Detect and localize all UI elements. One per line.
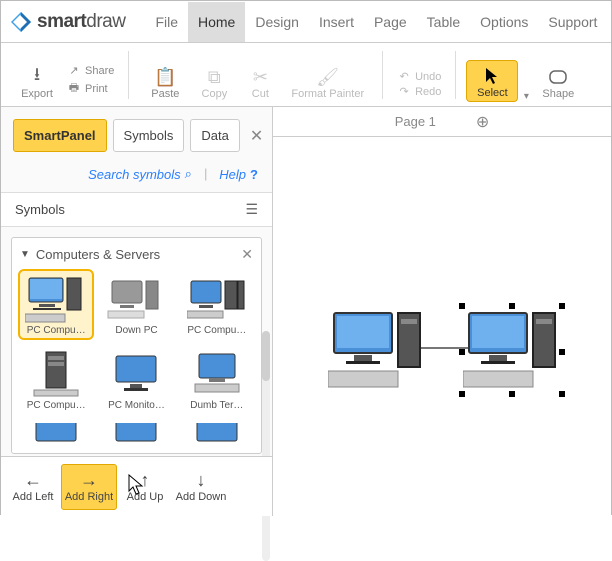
menu-home[interactable]: Home [188, 2, 245, 42]
search-symbols-link[interactable]: Search symbols ⌕ [88, 166, 192, 182]
selection-handle[interactable] [459, 349, 465, 355]
toolbar: ⭳ Export ↗Share 🖶Print 📋 Paste ⧉ Copy ✂ … [1, 43, 611, 107]
app-logo: smartdraw [9, 10, 125, 34]
add-up-button[interactable]: ↑Add Up [117, 465, 173, 509]
redo-icon: ↷ [397, 85, 411, 98]
cut-button[interactable]: ✂ Cut [237, 62, 283, 102]
share-button[interactable]: ↗Share [67, 64, 114, 77]
format-painter-button[interactable]: 🖌 Format Painter [283, 62, 372, 102]
menu-support[interactable]: Support [538, 2, 607, 42]
symbol-item-8[interactable] [98, 419, 174, 447]
menu-bar: smartdraw File Home Design Insert Page T… [1, 1, 611, 43]
symbol-pc-computer-selected[interactable]: PC Compu… [18, 269, 94, 340]
arrow-left-icon: ← [24, 471, 42, 489]
export-icon: ⭳ [34, 66, 40, 88]
node-pc-2-selected[interactable] [463, 307, 563, 400]
share-icon: ↗ [67, 64, 81, 77]
paste-icon: 📋 [154, 66, 176, 88]
format-painter-icon: 🖌 [316, 66, 339, 88]
side-tabs: SmartPanel Symbols Data ✕ [1, 107, 272, 160]
select-button[interactable]: Select [466, 60, 518, 102]
symbols-title: Symbols [15, 202, 65, 217]
symbol-down-pc[interactable]: Down PC [98, 269, 174, 340]
symbol-pc-monitor[interactable]: PC Monito… [98, 344, 174, 415]
menu-insert[interactable]: Insert [309, 2, 364, 42]
tab-smartpanel[interactable]: SmartPanel [13, 119, 107, 152]
workspace: SmartPanel Symbols Data ✕ Search symbols… [1, 107, 611, 516]
undo-button[interactable]: ↶Undo [397, 70, 441, 83]
arrow-down-icon: ↓ [197, 471, 206, 489]
tab-data[interactable]: Data [190, 119, 239, 152]
side-scrollbar[interactable] [262, 331, 270, 561]
menu-options[interactable]: Options [470, 2, 538, 42]
copy-button[interactable]: ⧉ Copy [191, 62, 237, 102]
cut-icon: ✂ [253, 66, 268, 88]
page-tab[interactable]: Page 1 [395, 114, 436, 129]
menu-design[interactable]: Design [245, 2, 309, 42]
symbol-grid: PC Compu… Down PC PC Compu… PC Compu… [18, 269, 255, 447]
drawing-stage[interactable] [273, 137, 611, 516]
search-icon: ⌕ [185, 166, 192, 182]
print-button[interactable]: 🖶Print [67, 79, 114, 98]
hamburger-icon[interactable]: ☰ [245, 201, 258, 218]
category-close-icon[interactable]: ✕ [241, 246, 253, 263]
logo-icon [9, 10, 33, 34]
cursor-icon [484, 65, 500, 87]
add-bar: ←Add Left →Add Right ↑Add Up ↓Add Down [1, 456, 272, 516]
help-link[interactable]: Help ? [219, 166, 258, 182]
chevron-down-icon: ▼ [20, 249, 30, 260]
menu-page[interactable]: Page [364, 2, 417, 42]
copy-icon: ⧉ [208, 66, 221, 88]
search-row: Search symbols ⌕ | Help ? [1, 160, 272, 192]
export-button[interactable]: ⭳ Export [11, 62, 63, 102]
selection-handle[interactable] [509, 303, 515, 309]
page-tab-strip: Page 1 ⊕ [273, 107, 611, 137]
symbol-dumb-terminal[interactable]: Dumb Ter… [179, 344, 255, 415]
redo-button[interactable]: ↷Redo [397, 85, 441, 98]
shape-button[interactable]: Shape [534, 62, 582, 102]
menu-items: File Home Design Insert Page Table Optio… [145, 2, 607, 42]
symbol-pc-computer-3[interactable]: PC Compu… [18, 344, 94, 415]
add-left-button[interactable]: ←Add Left [5, 465, 61, 509]
symbol-pc-computer-2[interactable]: PC Compu… [179, 269, 255, 340]
canvas-area: Page 1 ⊕ [273, 107, 611, 516]
menu-file[interactable]: File [145, 2, 188, 42]
arrow-right-icon: → [80, 471, 98, 489]
side-panel: SmartPanel Symbols Data ✕ Search symbols… [1, 107, 273, 516]
help-icon: ? [250, 167, 258, 182]
shape-icon [549, 66, 567, 88]
tab-symbols[interactable]: Symbols [113, 119, 185, 152]
symbol-item-9[interactable] [179, 419, 255, 447]
select-dropdown[interactable]: ▾ [518, 91, 534, 102]
menu-table[interactable]: Table [417, 2, 470, 42]
symbols-header: Symbols ☰ [1, 192, 272, 227]
selection-handle[interactable] [559, 303, 565, 309]
undo-icon: ↶ [397, 70, 411, 83]
selection-handle[interactable] [559, 349, 565, 355]
add-down-button[interactable]: ↓Add Down [173, 465, 229, 509]
selection-handle[interactable] [459, 303, 465, 309]
category-box: ▼ Computers & Servers ✕ PC Compu… Down P… [11, 237, 262, 454]
symbol-item-7[interactable] [18, 419, 94, 447]
tabs-close-icon[interactable]: ✕ [246, 122, 267, 150]
category-header[interactable]: ▼ Computers & Servers ✕ [18, 244, 255, 269]
selection-handle[interactable] [459, 391, 465, 397]
selection-handle[interactable] [559, 391, 565, 397]
add-page-icon[interactable]: ⊕ [476, 112, 489, 132]
paste-button[interactable]: 📋 Paste [139, 62, 191, 102]
node-pc-1[interactable] [328, 307, 428, 400]
arrow-up-icon: ↑ [141, 471, 150, 489]
selection-handle[interactable] [509, 391, 515, 397]
print-icon: 🖶 [67, 79, 81, 98]
add-right-button[interactable]: →Add Right [61, 464, 117, 510]
